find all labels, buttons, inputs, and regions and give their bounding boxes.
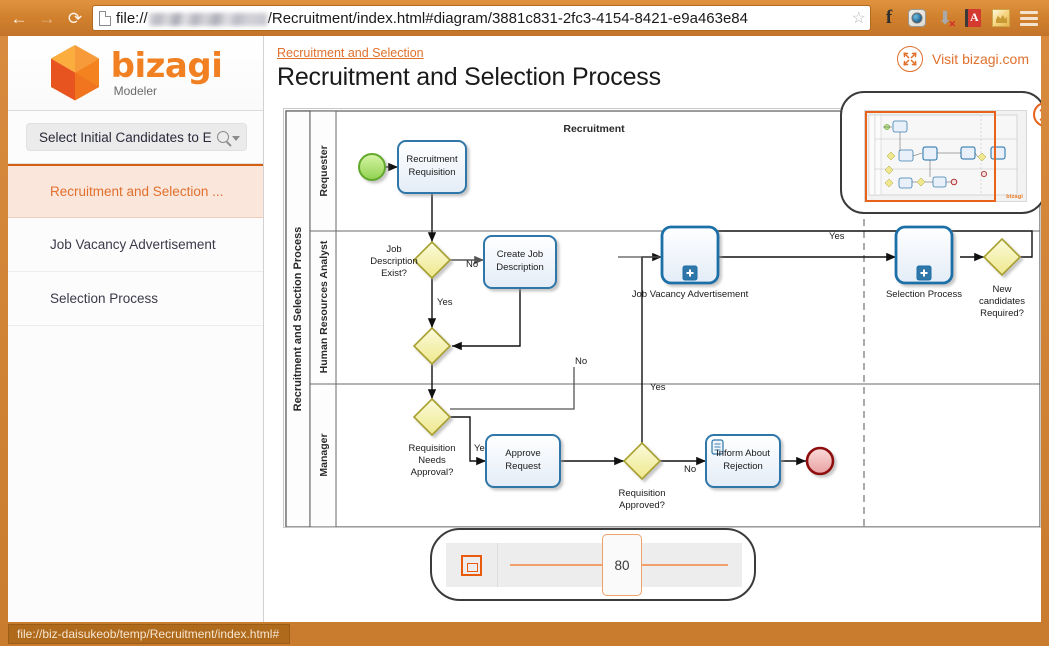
navigation-buttons: ← → ⟳ [0,7,86,29]
node-start-event [358,153,386,181]
flow-label-yes-4: Yes [829,231,845,242]
search-area: Select Initial Candidates to E [8,111,263,164]
svg-text:candidates: candidates [979,296,1025,307]
minimap-thumbnail[interactable]: bizagi [864,110,1027,202]
sidebar-item-selection-process[interactable]: Selection Process [8,272,263,326]
sidebar-nav: Recruitment and Selection ... Job Vacanc… [8,164,263,326]
fit-to-page-icon [461,554,482,576]
flow-label-no-2: No [575,356,587,367]
svg-text:New: New [992,284,1011,295]
url-redacted-host [148,12,267,26]
address-bar-text: file:// /Recruitment/index.html#diagram/… [116,10,748,27]
svg-text:Recruitment: Recruitment [406,154,458,165]
facebook-icon[interactable]: f [879,7,899,28]
svg-text:Requisition: Requisition [619,488,666,499]
svg-text:Request: Request [505,461,541,472]
bizagi-cube-icon [50,45,99,101]
sidebar-item-label: Recruitment and Selection ... [50,184,224,199]
sidebar-item-job-vacancy-advertisement[interactable]: Job Vacancy Advertisement [8,218,263,272]
node-subprocess-selection-process: Selection Process [886,225,962,300]
svg-text:Create Job: Create Job [497,249,543,260]
main-content: Recruitment and Selection Recruitment an… [265,36,1041,622]
svg-text:Inform About: Inform About [716,448,770,459]
svg-text:Approved?: Approved? [619,500,665,511]
zoom-slider-handle[interactable]: 80 [602,534,642,596]
svg-text:Approve: Approve [505,448,540,459]
chevron-down-icon [232,136,240,141]
instagram-icon[interactable] [907,8,927,28]
search-input[interactable]: Select Initial Candidates to E [26,123,247,151]
breadcrumb[interactable]: Recruitment and Selection [277,46,424,60]
fit-to-page-button[interactable] [446,543,498,587]
visit-bizagi-link[interactable]: Visit bizagi.com [896,46,1029,72]
visit-bizagi-label: Visit bizagi.com [931,51,1029,67]
svg-text:Job: Job [386,244,401,255]
node-end-event [805,446,835,476]
flow-label-no-1: No [466,259,478,270]
zoom-slider[interactable]: 80 [498,534,742,596]
svg-text:Required?: Required? [980,308,1024,319]
status-bar: file://biz-daisukeob/temp/Recruitment/in… [8,624,291,644]
svg-text:Selection Process: Selection Process [886,289,962,300]
phase-label: Recruitment [563,123,625,135]
reload-icon[interactable]: ⟳ [64,7,86,29]
lane-label-manager: Manager [318,433,330,476]
sidebar-item-label: Job Vacancy Advertisement [50,237,216,252]
browser-window: ← → ⟳ file:// /Recruitment/index.html#di… [0,0,1049,646]
frog-icon[interactable] [991,8,1011,28]
svg-text:Needs: Needs [418,455,446,466]
sidebar: bizagi Modeler Select Initial Candidates… [8,36,264,622]
forward-arrow-icon[interactable]: → [36,7,58,29]
node-task-recruitment-requisition: Recruitment Requisition [397,140,467,194]
browser-toolbar: ← → ⟳ file:// /Recruitment/index.html#di… [0,0,1049,36]
minimap-brand-label: bizagi [1006,194,1023,200]
svg-text:Requisition: Requisition [409,167,456,178]
node-task-create-job-description: Create Job Description [483,235,557,289]
svg-text:Job Vacancy Advertisement: Job Vacancy Advertisement [632,289,749,300]
brand-logo[interactable]: bizagi Modeler [8,36,263,111]
flow-label-yes-2: Yes [650,382,666,393]
minimap-panel[interactable]: bizagi [840,91,1041,214]
extension-icons: f ⬇ [879,7,1049,28]
lane-label-hr-analyst: Human Resources Analyst [318,240,330,373]
flow-label-no-3: No [684,464,696,475]
expand-icon [896,46,923,72]
svg-text:Rejection: Rejection [723,461,763,472]
brand-subtitle: Modeler [113,84,157,98]
lane-label-requester: Requester [318,145,330,196]
page-content: bizagi Modeler Select Initial Candidates… [8,36,1041,622]
flow-label-yes-1: Yes [437,297,453,308]
svg-text:Description: Description [370,256,418,267]
sidebar-item-recruitment-and-selection[interactable]: Recruitment and Selection ... [8,164,263,218]
url-prefix: file:// [116,9,148,27]
pool-label: Recruitment and Selection Process [292,227,304,412]
svg-text:Requisition: Requisition [409,443,456,454]
bookmark-star-icon[interactable]: ☆ [848,8,866,28]
dictionary-icon[interactable] [963,8,983,28]
search-icon[interactable] [217,131,240,143]
node-task-inform-about-rejection: Inform About Rejection [705,434,781,488]
minimap-viewport[interactable] [865,111,996,202]
svg-text:Exist?: Exist? [381,268,407,279]
menu-icon[interactable] [1019,8,1039,28]
download-icon[interactable]: ⬇ [935,8,955,28]
page-document-icon [99,10,111,26]
svg-text:Approval?: Approval? [411,467,454,478]
close-icon[interactable] [1033,102,1041,127]
brand-name: bizagi [110,46,223,86]
sidebar-item-label: Selection Process [50,291,159,306]
address-bar[interactable]: file:// /Recruitment/index.html#diagram/… [92,5,871,31]
svg-text:Description: Description [496,262,544,273]
node-task-approve-request: Approve Request [485,434,561,488]
zoom-control: 80 [430,528,756,601]
main-header: Recruitment and Selection Recruitment an… [265,36,1041,98]
search-input-value: Select Initial Candidates to E [39,129,212,145]
url-suffix: /Recruitment/index.html#diagram/3881c831… [267,9,748,27]
back-arrow-icon[interactable]: ← [8,7,30,29]
